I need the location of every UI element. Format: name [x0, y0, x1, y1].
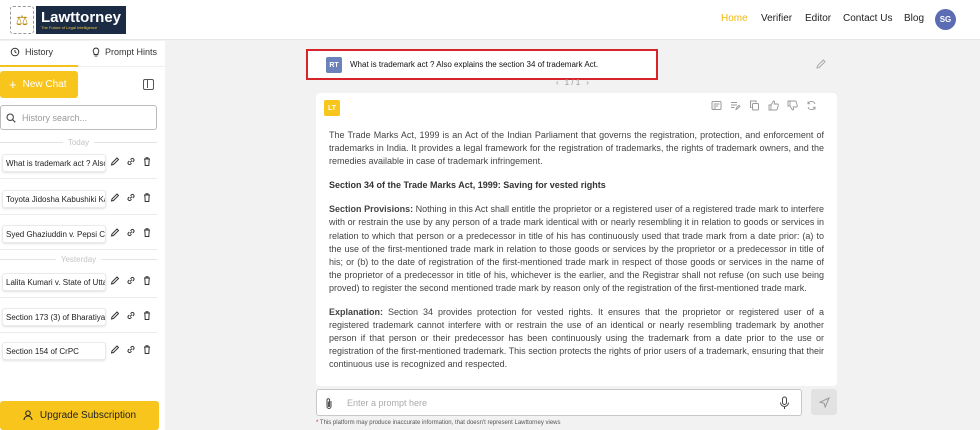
- history-item-label[interactable]: Syed Ghaziuddin v. Pepsi Co: [2, 225, 106, 243]
- history-item[interactable]: Toyota Jidosha Kabushiki Kaisha v. Prius…: [0, 187, 157, 215]
- answer-provisions: Section Provisions: Nothing in this Act …: [329, 203, 824, 295]
- gavel-icon: ⚖: [10, 6, 34, 34]
- new-chat-button[interactable]: + New Chat: [0, 71, 78, 98]
- answer-body: The Trade Marks Act, 1999 is an Act of t…: [329, 129, 824, 383]
- trash-icon[interactable]: [142, 310, 152, 321]
- top-navbar: ⚖ Lawttorney The Future of Legal Intelli…: [0, 0, 980, 40]
- history-item[interactable]: Lalita Kumari v. State of Uttar Pradesh: [0, 270, 157, 298]
- answer-intro: The Trade Marks Act, 1999 is an Act of t…: [329, 130, 824, 167]
- user-icon: [23, 410, 33, 421]
- avatar[interactable]: SG: [935, 9, 956, 30]
- nav-home[interactable]: Home: [721, 13, 748, 24]
- active-tab-indicator: [0, 65, 78, 67]
- tab-history[interactable]: History: [10, 47, 53, 57]
- provisions-text: Nothing in this Act shall entitle the pr…: [329, 204, 824, 293]
- nav-blog[interactable]: Blog: [904, 13, 924, 24]
- today-separator: Today: [0, 137, 158, 147]
- pencil-icon[interactable]: [110, 344, 120, 355]
- plus-icon: +: [9, 76, 17, 92]
- nav-contact-us[interactable]: Contact Us: [843, 13, 892, 24]
- history-search[interactable]: [0, 105, 157, 130]
- history-item[interactable]: What is trademark act ? Also explains th…: [0, 151, 157, 179]
- assistant-avatar-badge: LT: [324, 100, 340, 116]
- pencil-icon[interactable]: [110, 192, 120, 203]
- new-chat-label: New Chat: [22, 79, 67, 90]
- history-item[interactable]: Syed Ghaziuddin v. Pepsi Co: [0, 222, 157, 250]
- trash-icon[interactable]: [142, 227, 152, 238]
- search-icon: [6, 112, 16, 123]
- answer-heading: Section 34 of the Trade Marks Act, 1999:…: [329, 180, 606, 191]
- brand-logo[interactable]: ⚖ Lawttorney The Future of Legal Intelli…: [10, 3, 130, 37]
- pager-text: 1 / 1: [564, 78, 581, 87]
- yesterday-separator: Yesterday: [0, 254, 158, 264]
- nav-editor[interactable]: Editor: [805, 13, 831, 24]
- history-item-label[interactable]: Section 154 of CrPC: [2, 342, 106, 360]
- brand-name: Lawttorney: [41, 9, 122, 26]
- tab-history-label: History: [25, 47, 54, 57]
- pencil-icon[interactable]: [110, 275, 120, 286]
- tab-prompt-hints-label: Prompt Hints: [105, 47, 158, 57]
- explanation-label: Explanation:: [329, 307, 384, 318]
- upgrade-subscription-button[interactable]: Upgrade Subscription: [0, 401, 159, 430]
- lightbulb-icon: [92, 47, 100, 57]
- thumbs-down-icon[interactable]: [787, 100, 798, 111]
- link-icon[interactable]: [126, 344, 136, 355]
- trash-icon[interactable]: [142, 275, 152, 286]
- trash-icon[interactable]: [142, 344, 152, 355]
- send-icon: [818, 396, 830, 408]
- sidebar: History Prompt Hints + New Chat Today Wh…: [0, 41, 165, 430]
- answer-explanation: Explanation: Section 34 provides protect…: [329, 306, 824, 371]
- user-question: RT What is trademark act ? Also explains…: [306, 49, 658, 80]
- edit-list-icon[interactable]: [730, 100, 741, 111]
- collapse-sidebar-icon[interactable]: [143, 79, 154, 90]
- trash-icon[interactable]: [142, 192, 152, 203]
- copy-icon[interactable]: [749, 100, 760, 111]
- history-item-label[interactable]: What is trademark act ? Also explains th…: [2, 154, 106, 172]
- answer-card: LT The Trade Marks Act, 1999 is an Act o…: [316, 93, 837, 386]
- nav-verifier[interactable]: Verifier: [761, 13, 792, 24]
- summary-icon[interactable]: [711, 100, 722, 111]
- brand-tagline: The Future of Legal Intelligence: [41, 25, 98, 30]
- history-search-input[interactable]: [22, 112, 152, 123]
- user-avatar-badge: RT: [326, 57, 342, 73]
- link-icon[interactable]: [126, 310, 136, 321]
- send-button[interactable]: [811, 389, 837, 415]
- edit-question-icon[interactable]: [815, 58, 827, 70]
- link-icon[interactable]: [126, 227, 136, 238]
- sidebar-tabs: History Prompt Hints: [0, 41, 165, 68]
- provisions-label: Section Provisions:: [329, 204, 414, 215]
- history-icon: [10, 47, 20, 57]
- pencil-icon[interactable]: [110, 227, 120, 238]
- disclaimer: * This platform may produce inaccurate i…: [316, 420, 561, 426]
- tab-prompt-hints[interactable]: Prompt Hints: [92, 47, 157, 57]
- thumbs-up-icon[interactable]: [768, 100, 779, 111]
- question-text: What is trademark act ? Also explains th…: [350, 60, 599, 69]
- chevron-right-icon[interactable]: ›: [586, 78, 589, 87]
- link-icon[interactable]: [126, 156, 136, 167]
- history-item[interactable]: Section 154 of CrPC: [0, 339, 157, 363]
- history-item-label[interactable]: Lalita Kumari v. State of Uttar Pradesh: [2, 273, 106, 291]
- disclaimer-text: This platform may produce inaccurate inf…: [318, 420, 561, 426]
- prompt-box: [316, 389, 802, 416]
- chevron-left-icon[interactable]: ‹: [556, 78, 559, 87]
- explanation-text: Section 34 provides protection for veste…: [329, 307, 824, 370]
- pencil-icon[interactable]: [110, 156, 120, 167]
- prompt-input[interactable]: [347, 396, 767, 410]
- answer-actions: [711, 100, 817, 111]
- regenerate-icon[interactable]: [806, 100, 817, 111]
- history-item[interactable]: Section 173 (3) of Bharatiya Nagarik Sur…: [0, 305, 157, 333]
- pencil-icon[interactable]: [110, 310, 120, 321]
- history-item-label[interactable]: Toyota Jidosha Kabushiki Kaisha v. Prius…: [2, 190, 106, 208]
- response-pager: ‹ 1 / 1 ›: [556, 78, 589, 87]
- microphone-icon[interactable]: [779, 396, 790, 410]
- link-icon[interactable]: [126, 192, 136, 203]
- history-item-label[interactable]: Section 173 (3) of Bharatiya Nagarik Sur…: [2, 308, 106, 326]
- trash-icon[interactable]: [142, 156, 152, 167]
- paperclip-icon[interactable]: [324, 397, 334, 410]
- link-icon[interactable]: [126, 275, 136, 286]
- upgrade-label: Upgrade Subscription: [39, 410, 137, 421]
